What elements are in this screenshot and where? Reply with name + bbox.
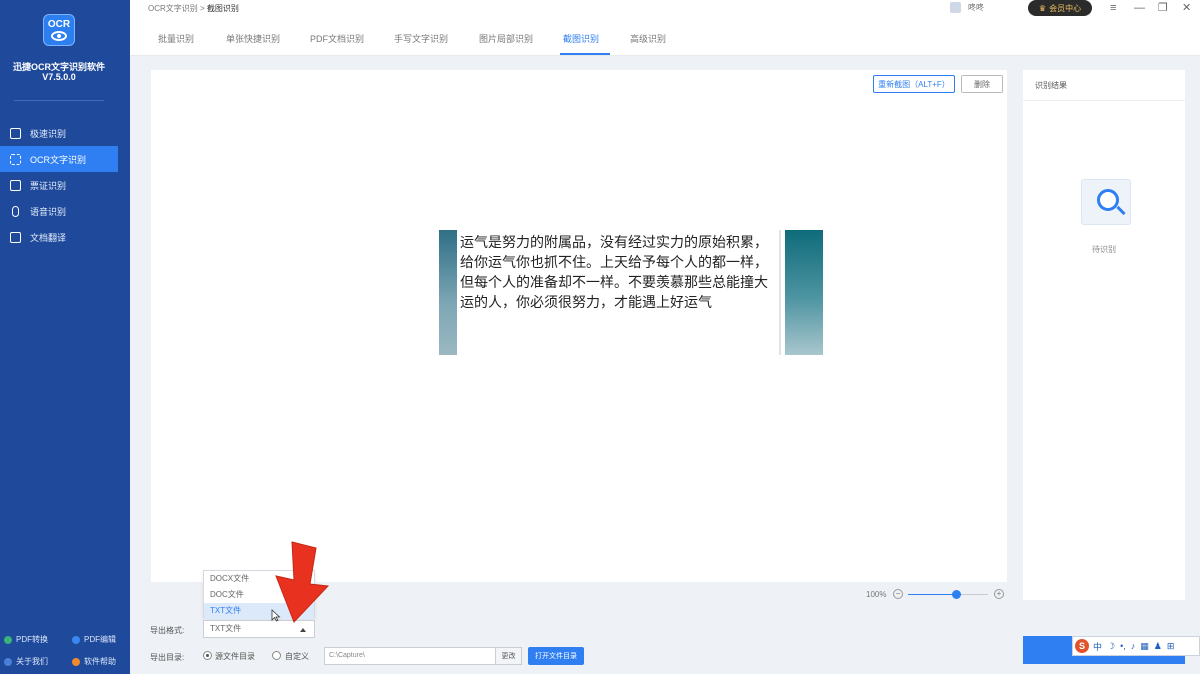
export-path-input[interactable]: C:\Capture\ [324, 647, 496, 665]
tab-handwriting[interactable]: 手写文字识别 [394, 32, 448, 45]
punctuation-icon[interactable]: •, [1120, 641, 1126, 651]
ime-language[interactable]: 中 [1093, 640, 1102, 653]
sidebar-item-label: 语音识别 [30, 206, 67, 217]
tab-bar: 批量识别 单张快捷识别 PDF文档识别 手写文字识别 图片局部识别 截图识别 高… [130, 18, 1200, 56]
scan-icon [10, 153, 21, 165]
tab-screenshot[interactable]: 截图识别 [563, 32, 599, 45]
help-link[interactable]: 软件帮助 [72, 656, 116, 667]
grid-icon[interactable]: ⊞ [1167, 641, 1175, 652]
breadcrumb: OCR文字识别 > 截图识别 [148, 3, 239, 14]
empty-search-icon [1079, 175, 1133, 229]
ime-toolbar[interactable]: S 中 ☽ •, ♪ ▦ ♟ ⊞ [1072, 636, 1200, 656]
sidebar: OCR 迅捷OCR文字识别软件 V7.5.0.0 极速识别 OCR文字识别 票证… [0, 0, 130, 674]
zoom-level: 100% [866, 590, 887, 599]
close-icon[interactable]: ✕ [1182, 2, 1191, 14]
active-tab-indicator [560, 53, 610, 55]
vip-center-button[interactable]: ♛ 会员中心 [1028, 0, 1092, 16]
pdf-edit-label: PDF编辑 [84, 635, 116, 644]
breadcrumb-root[interactable]: OCR文字识别 [148, 4, 198, 13]
minimize-icon[interactable]: — [1134, 2, 1145, 14]
tab-single-quick[interactable]: 单张快捷识别 [226, 32, 280, 45]
sidebar-nav: 极速识别 OCR文字识别 票证识别 语音识别 文档翻译 [0, 120, 118, 250]
pdf-edit-link[interactable]: PDF编辑 [72, 634, 116, 645]
pdf-edit-icon [72, 635, 80, 644]
zoom-slider[interactable] [908, 590, 988, 599]
eye-icon [51, 31, 67, 41]
export-dir-label: 导出目录: [150, 653, 185, 662]
card-icon [10, 179, 21, 191]
result-title: 识别结果 [1035, 81, 1067, 90]
about-label: 关于我们 [16, 657, 48, 666]
zoom-slider-thumb[interactable] [952, 590, 961, 599]
radio-source-dir[interactable] [203, 651, 212, 660]
vip-label: 会员中心 [1049, 3, 1082, 13]
change-dir-button[interactable]: 更改 [496, 647, 522, 665]
zoom-slider-fill [908, 594, 956, 595]
keyboard-icon[interactable]: ▦ [1140, 641, 1149, 652]
translate-icon [10, 231, 21, 243]
format-select-value: TXT文件 [210, 624, 242, 633]
recapture-button[interactable]: 重新截图（ALT+F） [873, 75, 955, 93]
preview-canvas: 重新截图（ALT+F） 删除 运气是努力的附属品，没有经过实力的原始积累，给你运… [151, 70, 1007, 582]
radio-custom-label: 自定义 [285, 652, 309, 661]
avatar [950, 2, 961, 13]
app-logo: OCR [43, 14, 75, 46]
zoom-out-icon[interactable]: − [893, 589, 903, 599]
ime-mic-icon[interactable]: ♪ [1131, 641, 1136, 651]
annotation-arrow-icon [275, 541, 330, 623]
radio-custom-dir[interactable] [272, 651, 281, 660]
mic-icon [12, 205, 19, 217]
sidebar-item-label: 文档翻译 [30, 232, 67, 243]
help-label: 软件帮助 [84, 657, 116, 666]
user-info[interactable]: 咚咚 [950, 2, 984, 13]
info-icon [4, 657, 12, 666]
restore-icon[interactable]: ❐ [1158, 2, 1168, 14]
pdf-convert-icon [4, 635, 12, 644]
sidebar-item-voice[interactable]: 语音识别 [0, 198, 118, 224]
capture-divider [779, 230, 781, 355]
sidebar-item-translate[interactable]: 文档翻译 [0, 224, 118, 250]
export-format-label: 导出格式: [150, 626, 185, 635]
tab-batch[interactable]: 批量识别 [158, 32, 194, 45]
title-bar: OCR文字识别 > 截图识别 咚咚 ♛ 会员中心 ≡ — ❐ ✕ [130, 0, 1200, 18]
open-folder-button[interactable]: 打开文件目录 [528, 647, 584, 665]
caret-up-icon [300, 628, 306, 632]
sidebar-divider [14, 100, 104, 101]
edit-icon [10, 127, 21, 139]
tab-advanced[interactable]: 高级识别 [630, 32, 666, 45]
sidebar-item-fast-recognition[interactable]: 极速识别 [0, 120, 118, 146]
pdf-convert-label: PDF转换 [16, 635, 48, 644]
sidebar-item-label: 极速识别 [30, 128, 67, 139]
delete-button[interactable]: 删除 [961, 75, 1003, 93]
menu-icon[interactable]: ≡ [1110, 2, 1116, 14]
about-link[interactable]: 关于我们 [4, 656, 48, 667]
empty-state-text: 待识别 [1092, 245, 1116, 254]
tab-image-partial[interactable]: 图片局部识别 [479, 32, 533, 45]
radio-source-label: 源文件目录 [215, 652, 255, 661]
zoom-in-icon[interactable]: + [994, 589, 1004, 599]
sidebar-item-label: 票证识别 [30, 180, 67, 191]
result-panel: 识别结果 待识别 [1023, 70, 1185, 600]
sidebar-item-ticket[interactable]: 票证识别 [0, 172, 118, 198]
help-icon [72, 657, 80, 666]
capture-right-edge [785, 230, 823, 355]
moon-icon[interactable]: ☽ [1107, 641, 1115, 652]
crown-icon: ♛ [1038, 3, 1047, 13]
skin-icon[interactable]: ♟ [1154, 641, 1162, 652]
logo-text: OCR [47, 19, 71, 30]
breadcrumb-current: 截图识别 [206, 4, 239, 13]
capture-left-edge [439, 230, 457, 355]
sidebar-item-ocr[interactable]: OCR文字识别 [0, 146, 118, 172]
result-divider [1023, 100, 1185, 101]
captured-image: 运气是努力的附属品，没有经过实力的原始积累，给你运气你也抓不住。上天给予每个人的… [439, 230, 823, 355]
captured-text: 运气是努力的附属品，没有经过实力的原始积累，给你运气你也抓不住。上天给予每个人的… [460, 235, 768, 311]
tab-pdf[interactable]: PDF文档识别 [310, 32, 364, 45]
sidebar-item-label: OCR文字识别 [30, 154, 86, 165]
breadcrumb-separator: > [200, 4, 205, 13]
ime-logo-icon: S [1075, 639, 1089, 653]
app-version: V7.5.0.0 [42, 72, 76, 82]
username: 咚咚 [968, 3, 984, 12]
pdf-convert-link[interactable]: PDF转换 [4, 634, 48, 645]
